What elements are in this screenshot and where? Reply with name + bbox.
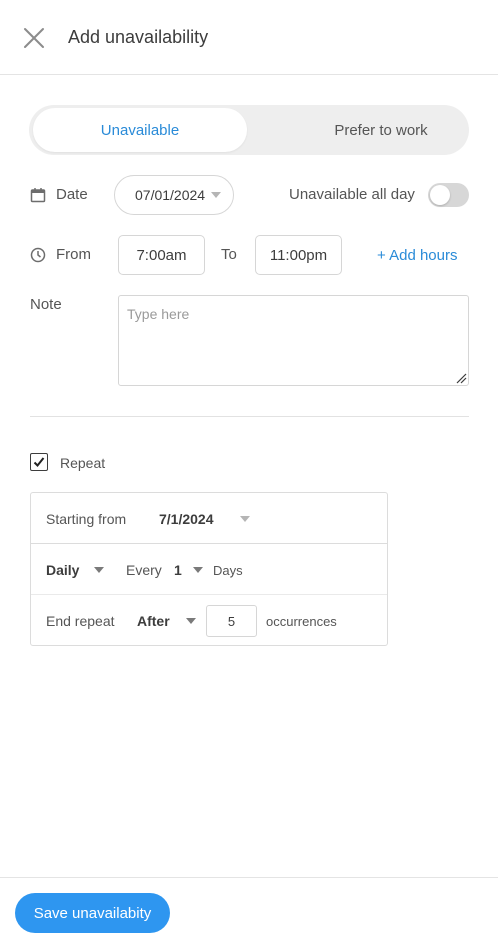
to-label: To [221, 246, 237, 263]
dialog-header: Add unavailability [0, 0, 498, 75]
repeat-settings-panel: Starting from 7/1/2024 Daily Every 1 Day… [30, 492, 388, 646]
from-time-field[interactable]: 7:00am [118, 235, 205, 275]
starting-from-row: Starting from 7/1/2024 [31, 493, 387, 544]
every-value-select[interactable]: 1 [174, 562, 182, 578]
calendar-icon [30, 187, 46, 202]
availability-mode-toggle: Unavailable Prefer to work [29, 105, 469, 155]
prefer-to-work-tab[interactable]: Prefer to work [274, 108, 488, 152]
starting-from-label: Starting from [46, 511, 127, 527]
every-label: Every [126, 562, 162, 578]
note-textarea[interactable] [118, 295, 469, 386]
unavailable-tab[interactable]: Unavailable [33, 108, 247, 152]
end-repeat-mode-select[interactable]: After [137, 613, 170, 629]
date-label: Date [56, 186, 88, 203]
frequency-row: Daily Every 1 Days [31, 544, 387, 595]
checkmark-icon [33, 457, 45, 467]
chevron-down-icon [211, 192, 222, 198]
chevron-down-icon[interactable] [193, 567, 203, 573]
clock-icon [30, 247, 46, 262]
add-hours-link[interactable]: + Add hours [377, 247, 457, 264]
end-repeat-row: End repeat After 5 occurrences [31, 595, 387, 645]
end-repeat-label: End repeat [46, 613, 115, 629]
dialog-title: Add unavailability [68, 27, 209, 47]
date-label-group: Date [30, 186, 88, 203]
occurrences-label: occurrences [266, 614, 337, 629]
note-label: Note [30, 296, 62, 313]
all-day-label: Unavailable all day [289, 186, 415, 203]
resize-grip-icon[interactable] [455, 372, 467, 384]
close-icon[interactable] [23, 27, 45, 49]
toggle-knob [430, 185, 450, 205]
repeat-label: Repeat [60, 455, 106, 471]
date-picker[interactable]: 07/01/2024 [114, 175, 234, 215]
chevron-down-icon[interactable] [94, 567, 104, 573]
starting-from-value[interactable]: 7/1/2024 [159, 511, 214, 527]
section-divider [30, 416, 469, 417]
repeat-checkbox[interactable] [30, 453, 48, 471]
from-label-group: From [30, 246, 91, 263]
occurrences-input[interactable]: 5 [206, 605, 257, 637]
save-unavailability-button[interactable]: Save unavailabity [15, 893, 170, 933]
frequency-select[interactable]: Daily [46, 562, 79, 578]
date-value: 07/01/2024 [135, 187, 206, 203]
chevron-down-icon[interactable] [186, 618, 196, 624]
from-label: From [56, 246, 91, 263]
unit-label: Days [213, 563, 243, 578]
chevron-down-icon[interactable] [240, 516, 250, 522]
to-time-field[interactable]: 11:00pm [255, 235, 342, 275]
all-day-toggle[interactable] [428, 183, 469, 207]
